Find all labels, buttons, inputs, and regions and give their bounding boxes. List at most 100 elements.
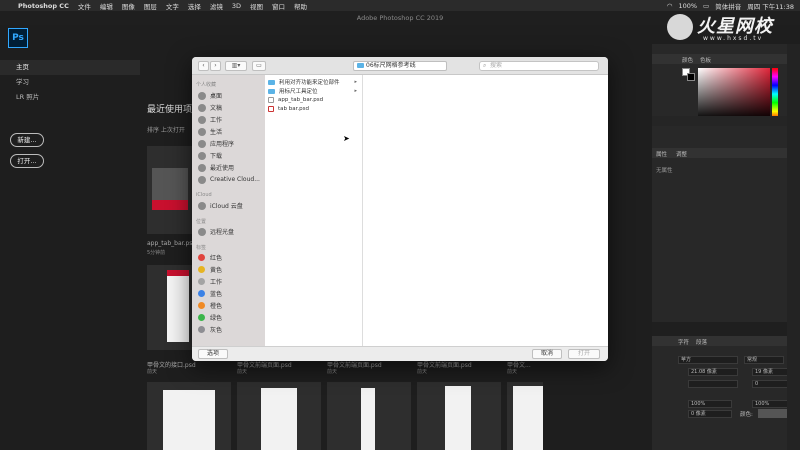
input-method[interactable]: 简体拼音 bbox=[715, 1, 741, 11]
menu-image[interactable]: 图像 bbox=[122, 1, 135, 11]
tag-dot-icon bbox=[198, 326, 205, 333]
sidebar-tag-red[interactable]: 红色 bbox=[198, 252, 222, 263]
nav-home[interactable]: 主页 bbox=[0, 60, 140, 75]
nav-learn[interactable]: 学习 bbox=[0, 75, 140, 90]
home-nav: 主页 学习 LR 照片 bbox=[0, 60, 140, 105]
menu-file[interactable]: 文件 bbox=[78, 1, 91, 11]
sidebar-tag-green[interactable]: 绿色 bbox=[198, 312, 222, 323]
font-family-select[interactable]: 苹方 bbox=[678, 356, 738, 364]
sidebar-item-label: 文稿 bbox=[210, 105, 223, 112]
menu-layer[interactable]: 图层 bbox=[144, 1, 157, 11]
vertical-scale-field[interactable]: 100% bbox=[688, 400, 732, 408]
color-picker-field[interactable] bbox=[698, 68, 770, 120]
menu-help[interactable]: 帮助 bbox=[294, 1, 307, 11]
options-button[interactable]: 选项 bbox=[198, 349, 228, 359]
open-file-button[interactable]: 打开 bbox=[568, 349, 600, 359]
file-row-folder[interactable]: 利用对齐功能来定位部件 ▸ bbox=[268, 78, 360, 86]
menu-app-name[interactable]: Photoshop CC bbox=[18, 2, 69, 10]
sidebar-item-work[interactable]: 工作 bbox=[198, 114, 222, 125]
cloud-icon bbox=[198, 201, 206, 210]
recent-thumb-2[interactable] bbox=[147, 265, 193, 350]
sidebar-item-applications[interactable]: 应用程序 bbox=[198, 138, 234, 149]
watermark: 火星网校 www.hxsd.tv bbox=[667, 10, 792, 46]
panel-collapse-strip bbox=[787, 44, 800, 450]
sidebar-item-recents[interactable]: 最近使用 bbox=[198, 162, 234, 173]
path-popup[interactable]: 06标尺网格参考线 bbox=[353, 61, 447, 71]
menubar-clock[interactable]: 周四 下午11:38 bbox=[747, 1, 794, 11]
sidebar-item-life[interactable]: 生活 bbox=[198, 126, 222, 137]
sidebar-item-downloads[interactable]: 下载 bbox=[198, 150, 222, 161]
recent-thumb-7[interactable] bbox=[507, 382, 543, 450]
new-button[interactable]: 新建... bbox=[10, 133, 44, 147]
open-button[interactable]: 打开... bbox=[10, 154, 44, 168]
sidebar-item-label: 红色 bbox=[210, 255, 223, 262]
recent-sort[interactable]: 排序 上次打开 bbox=[147, 125, 185, 134]
menu-type[interactable]: 文字 bbox=[166, 1, 179, 11]
properties-panel-header bbox=[652, 148, 800, 158]
tracking-field[interactable]: 0 bbox=[752, 380, 792, 388]
file-row-psd[interactable]: app_tab_bar.psd bbox=[268, 96, 360, 104]
thumb-preview-bar bbox=[152, 200, 188, 210]
cancel-button[interactable]: 取消 bbox=[532, 349, 562, 359]
font-size-field[interactable]: 21.08 像素 bbox=[688, 368, 738, 376]
sidebar-tag-gray[interactable]: 灰色 bbox=[198, 324, 222, 335]
text-color-swatch[interactable] bbox=[758, 409, 788, 418]
tab-adjustments[interactable]: 调整 bbox=[676, 150, 687, 158]
psd-file-icon bbox=[268, 97, 274, 103]
view-mode-button[interactable]: ▥▾ bbox=[225, 61, 247, 71]
hue-slider[interactable] bbox=[772, 68, 778, 120]
tag-dot-icon bbox=[198, 278, 205, 285]
file-row-folder[interactable]: 用标尺工具定位 ▸ bbox=[268, 87, 360, 95]
kerning-field[interactable] bbox=[688, 380, 738, 388]
forward-button[interactable]: › bbox=[210, 61, 221, 71]
tab-character[interactable]: 字符 bbox=[678, 338, 689, 346]
background-swatch[interactable] bbox=[687, 73, 695, 81]
sidebar-item-documents[interactable]: 文稿 bbox=[198, 102, 222, 113]
search-icon: ⌕ bbox=[483, 62, 487, 69]
sidebar-tag-orange[interactable]: 橙色 bbox=[198, 300, 222, 311]
recent-thumb-6[interactable] bbox=[417, 382, 501, 450]
font-style-select[interactable]: 常规 bbox=[744, 356, 784, 364]
menu-filter[interactable]: 滤镜 bbox=[210, 1, 223, 11]
recent-thumb-3[interactable] bbox=[147, 382, 231, 450]
tab-swatches[interactable]: 色板 bbox=[700, 56, 711, 64]
sidebar-item-icloud-drive[interactable]: iCloud 云盘 bbox=[198, 200, 243, 211]
sidebar-heading-favorites: 个人收藏 bbox=[196, 82, 217, 88]
recent-file-name[interactable]: app_tab_bar.psd bbox=[147, 240, 196, 247]
sidebar-tag-work[interactable]: 工作 bbox=[198, 276, 222, 287]
sidebar-tag-blue[interactable]: 蓝色 bbox=[198, 288, 222, 299]
sidebar-item-creative-cloud[interactable]: Creative Cloud... bbox=[198, 174, 260, 185]
menu-select[interactable]: 选择 bbox=[188, 1, 201, 11]
horizontal-scale-field[interactable]: 100% bbox=[752, 400, 792, 408]
nav-lr-photos[interactable]: LR 照片 bbox=[0, 90, 140, 105]
thumb-preview bbox=[163, 390, 215, 450]
sidebar-item-remote-disc[interactable]: 远程光盘 bbox=[198, 226, 234, 237]
file-row-psd[interactable]: tab bar.psd bbox=[268, 105, 360, 113]
sidebar-item-desktop[interactable]: 桌面 bbox=[198, 90, 222, 101]
thumb-preview bbox=[261, 388, 297, 450]
recent-thumb-1[interactable] bbox=[147, 146, 193, 234]
dialog-toolbar: ‹ › ▥▾ ▭ 06标尺网格参考线 ⌕ 搜索 bbox=[192, 57, 608, 75]
file-preview-column bbox=[363, 75, 608, 346]
back-button[interactable]: ‹ bbox=[198, 61, 209, 71]
search-input[interactable]: ⌕ 搜索 bbox=[479, 61, 599, 71]
menu-3d[interactable]: 3D bbox=[232, 2, 241, 10]
tab-paragraph[interactable]: 段落 bbox=[696, 338, 707, 346]
recent-thumb-5[interactable] bbox=[327, 382, 411, 450]
sidebar-tag-yellow[interactable]: 黄色 bbox=[198, 264, 222, 275]
tab-properties[interactable]: 属性 bbox=[656, 150, 667, 158]
clock-icon bbox=[198, 163, 206, 172]
dialog-footer: 选项 取消 打开 bbox=[192, 346, 608, 361]
new-folder-icon[interactable]: ▭ bbox=[252, 61, 266, 71]
menu-view[interactable]: 视图 bbox=[250, 1, 263, 11]
wifi-icon[interactable]: ◠ bbox=[667, 2, 673, 10]
menu-edit[interactable]: 编辑 bbox=[100, 1, 113, 11]
tab-color[interactable]: 颜色 bbox=[682, 56, 693, 64]
battery-level: 100% bbox=[678, 1, 698, 10]
recent-thumb-4[interactable] bbox=[237, 382, 321, 450]
thumb-preview bbox=[513, 386, 543, 450]
menu-window[interactable]: 窗口 bbox=[272, 1, 285, 11]
leading-field[interactable]: 19 像素 bbox=[752, 368, 792, 376]
baseline-shift-field[interactable]: 0 像素 bbox=[688, 410, 732, 418]
battery-icon[interactable]: ▭ bbox=[703, 2, 709, 10]
